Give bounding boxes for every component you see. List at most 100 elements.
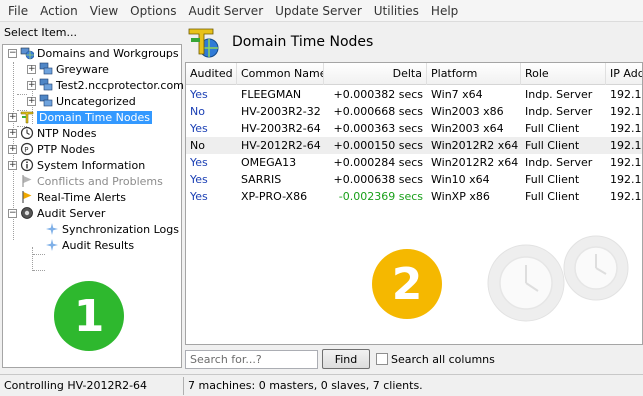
menu-file[interactable]: File	[2, 4, 34, 18]
cell-audited: Yes	[190, 156, 208, 169]
cell-role: Full Client	[525, 190, 580, 203]
tree-item-conflicts[interactable]: Conflicts and Problems	[20, 173, 163, 189]
tree-label-domains: Domains and Workgroups	[37, 46, 179, 60]
cell-name: HV-2003R2-64	[241, 122, 321, 135]
column-header-platform[interactable]: Platform	[427, 63, 521, 85]
menu-options[interactable]: Options	[124, 4, 182, 18]
cell-name: OMEGA13	[241, 156, 297, 169]
table-row-selected[interactable]: No HV-2012R2-64 +0.000150 secs Win2012R2…	[186, 137, 642, 154]
collapse-icon[interactable]: −	[8, 48, 17, 58]
cell-delta: +0.000382 secs	[333, 88, 423, 101]
cell-audited: Yes	[190, 122, 208, 135]
cell-audited: Yes	[190, 88, 208, 101]
tree-item-uncategorized[interactable]: + Uncategorized	[27, 93, 136, 109]
tree-item-domain-time-nodes[interactable]: + Domain Time Nodes	[8, 109, 153, 125]
clock-icon	[20, 126, 34, 140]
menu-bar: File Action View Options Audit Server Up…	[0, 0, 643, 22]
nodes-table[interactable]: Audited Common Name Delta Platform Role …	[185, 62, 643, 345]
sparkle-icon	[45, 238, 59, 252]
tree-item-domains[interactable]: − Domains and Workgroups	[8, 45, 179, 61]
info-icon	[20, 158, 34, 172]
cell-name: HV-2012R2-64	[241, 139, 321, 152]
menu-help[interactable]: Help	[425, 4, 464, 18]
tree-item-system-information[interactable]: + System Information	[8, 157, 145, 173]
search-bar: Search for...? Find Search all columns	[185, 345, 643, 373]
menu-utilities[interactable]: Utilities	[368, 4, 425, 18]
menu-audit-server[interactable]: Audit Server	[182, 4, 269, 18]
navigation-pane: Select Item... − Domains and Workgroups …	[0, 23, 184, 373]
expand-icon[interactable]: +	[27, 96, 36, 106]
cell-role: Indp. Server	[525, 105, 593, 118]
tree-item-greyware[interactable]: + Greyware	[27, 61, 109, 77]
cell-name: FLEEGMAN	[241, 88, 302, 101]
table-row[interactable]: Yes OMEGA13 +0.000284 secs Win2012R2 x64…	[186, 154, 642, 171]
expand-icon[interactable]: +	[8, 160, 17, 170]
computers-icon	[39, 94, 53, 108]
status-bar: Controlling HV-2012R2-64 7 machines: 0 m…	[0, 374, 643, 396]
tree-label-ptp-nodes: PTP Nodes	[37, 142, 95, 156]
search-all-label: Search all columns	[391, 352, 495, 366]
cell-ip: 192.16	[610, 173, 642, 186]
table-row[interactable]: Yes SARRIS +0.000638 secs Win10 x64 Full…	[186, 171, 642, 188]
domain-time-globe-icon	[187, 25, 221, 59]
menu-update-server[interactable]: Update Server	[269, 4, 368, 18]
column-header-delta[interactable]: Delta	[324, 63, 427, 85]
cell-ip: 192.16	[610, 122, 642, 135]
table-row[interactable]: Yes XP-PRO-X86 -0.002369 secs WinXP x86 …	[186, 188, 642, 205]
expand-icon[interactable]: +	[8, 144, 17, 154]
cell-role: Full Client	[525, 122, 580, 135]
table-row[interactable]: Yes FLEEGMAN +0.000382 secs Win7 x64 Ind…	[186, 86, 642, 103]
table-header: Audited Common Name Delta Platform Role …	[186, 63, 642, 85]
search-input[interactable]: Search for...?	[185, 349, 318, 369]
cell-delta: +0.000668 secs	[333, 105, 423, 118]
expand-icon[interactable]: +	[27, 64, 36, 74]
cell-platform: Win2003 x86	[431, 105, 504, 118]
tree-item-ptp-nodes[interactable]: + P PTP Nodes	[8, 141, 95, 157]
table-row[interactable]: No HV-2003R2-32 +0.000668 secs Win2003 x…	[186, 103, 642, 120]
navigation-tree[interactable]: − Domains and Workgroups + Greyware + Te…	[2, 44, 184, 368]
cell-platform: WinXP x86	[431, 190, 490, 203]
cell-delta: -0.002369 secs	[338, 190, 423, 203]
network-globe-icon	[20, 46, 34, 60]
tree-label-conflicts: Conflicts and Problems	[37, 174, 163, 188]
cell-ip: 192.16	[610, 156, 642, 169]
tree-item-alerts[interactable]: Real-Time Alerts	[20, 189, 126, 205]
expand-icon[interactable]: +	[8, 128, 17, 138]
cell-platform: Win10 x64	[431, 173, 490, 186]
column-header-common-name[interactable]: Common Name	[237, 63, 324, 85]
table-row[interactable]: Yes HV-2003R2-64 +0.000363 secs Win2003 …	[186, 120, 642, 137]
tree-label-ntp-nodes: NTP Nodes	[37, 126, 97, 140]
tree-item-ntp-nodes[interactable]: + NTP Nodes	[8, 125, 97, 141]
menu-action[interactable]: Action	[34, 4, 84, 18]
column-header-ip[interactable]: IP Add	[606, 63, 642, 85]
tree-label-audit-results: Audit Results	[62, 238, 135, 252]
expand-icon[interactable]: +	[27, 80, 36, 90]
svg-text:P: P	[24, 146, 28, 154]
computers-icon	[39, 62, 53, 76]
collapse-icon[interactable]: −	[8, 208, 17, 218]
menu-view[interactable]: View	[84, 4, 124, 18]
cell-name: HV-2003R2-32	[241, 105, 321, 118]
flag-grey-icon	[20, 174, 34, 188]
select-item-label: Select Item...	[4, 26, 77, 39]
tree-item-audit-server[interactable]: − Audit Server	[8, 205, 105, 221]
pane-header: Domain Time Nodes	[185, 23, 643, 61]
cell-name: SARRIS	[241, 173, 282, 186]
column-header-role[interactable]: Role	[521, 63, 606, 85]
tree-item-test2[interactable]: + Test2.nccprotector.com	[27, 77, 184, 93]
tree-item-sync-logs[interactable]: Synchronization Logs	[45, 221, 179, 237]
cell-role: Indp. Server	[525, 88, 593, 101]
expand-icon[interactable]: +	[8, 112, 17, 122]
tree-label-test2: Test2.nccprotector.com	[56, 78, 184, 92]
column-header-audited[interactable]: Audited	[186, 63, 237, 85]
cell-name: XP-PRO-X86	[241, 190, 308, 203]
tree-label-alerts: Real-Time Alerts	[37, 190, 127, 204]
ptp-icon: P	[20, 142, 34, 156]
callout-badge-2: 2	[372, 249, 442, 319]
tree-label-sync-logs: Synchronization Logs	[62, 222, 179, 236]
cell-platform: Win2012R2 x64	[431, 156, 519, 169]
search-all-checkbox[interactable]	[376, 353, 388, 365]
tree-item-audit-results[interactable]: Audit Results	[45, 237, 134, 253]
cell-ip: 192.16	[610, 190, 642, 203]
find-button[interactable]: Find	[322, 349, 370, 369]
